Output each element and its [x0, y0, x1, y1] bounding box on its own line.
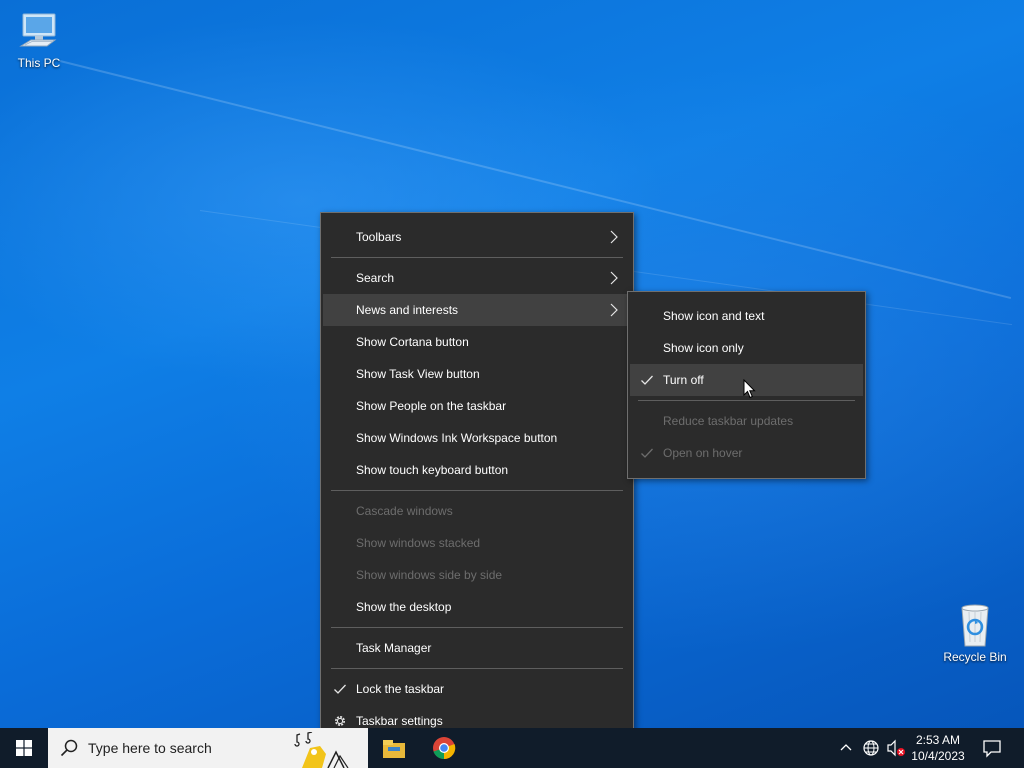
menu-item-news-and-interests[interactable]: News and interests [323, 294, 631, 326]
submenu-item-show-icon-only[interactable]: Show icon only [630, 332, 863, 364]
action-center-icon[interactable] [982, 738, 1002, 758]
submenu-item-show-icon-and-text[interactable]: Show icon and text [630, 300, 863, 332]
checkmark-icon [641, 448, 653, 458]
menu-separator [331, 627, 623, 628]
chevron-right-icon [610, 271, 618, 285]
system-tray [838, 728, 906, 768]
search-icon [60, 739, 78, 757]
taskbar-search-box[interactable]: Type here to search [48, 728, 368, 768]
chevron-right-icon [610, 230, 618, 244]
search-placeholder: Type here to search [88, 740, 212, 756]
network-globe-icon[interactable] [862, 739, 880, 757]
chevron-up-icon[interactable] [838, 740, 854, 756]
menu-item-show-touch-keyboard[interactable]: Show touch keyboard button [323, 454, 631, 486]
computer-icon [19, 13, 57, 47]
chevron-right-icon [610, 303, 618, 317]
mouse-pointer-icon [743, 379, 756, 399]
menu-item-cascade-windows: Cascade windows [356, 504, 453, 518]
checkmark-icon [334, 684, 346, 694]
menu-separator [331, 257, 623, 258]
submenu-item-open-on-hover: Open on hover [630, 437, 863, 469]
file-explorer-icon[interactable] [380, 734, 408, 762]
menu-item-search[interactable]: Search [323, 262, 631, 294]
menu-item-lock-the-taskbar[interactable]: Lock the taskbar [323, 673, 631, 705]
submenu-item-reduce-taskbar-updates: Reduce taskbar updates [663, 414, 794, 428]
start-button[interactable] [0, 728, 48, 768]
desktop-icon-label: This PC [17, 56, 61, 70]
menu-separator [638, 400, 855, 401]
search-highlight-illustration-icon [302, 746, 349, 768]
desktop-icon-label: Recycle Bin [943, 650, 1007, 664]
gear-icon [335, 716, 345, 726]
menu-item-show-windows-side-by-side: Show windows side by side [356, 568, 503, 582]
clock-date: 10/4/2023 [911, 749, 965, 763]
menu-item-show-people[interactable]: Show People on the taskbar [323, 390, 631, 422]
chrome-icon[interactable] [430, 734, 458, 762]
menu-item-show-ink-workspace[interactable]: Show Windows Ink Workspace button [323, 422, 631, 454]
recycle-bin-icon [961, 604, 989, 647]
desktop-icon-this-pc[interactable]: This PC [1, 10, 77, 70]
taskbar-context-menu: Toolbars Search News and interests Show … [320, 212, 634, 746]
menu-item-task-manager[interactable]: Task Manager [323, 632, 631, 664]
menu-item-show-the-desktop[interactable]: Show the desktop [323, 591, 631, 623]
menu-item-toolbars[interactable]: Toolbars [323, 221, 631, 253]
checkmark-icon [641, 375, 653, 385]
taskbar-clock[interactable]: 2:53 AM 10/4/2023 [902, 732, 974, 764]
menu-item-show-cortana-button[interactable]: Show Cortana button [323, 326, 631, 358]
clock-time: 2:53 AM [915, 733, 961, 747]
taskbar: Type here to search 2:53 AM 10/4/2023 [0, 728, 1024, 768]
menu-item-show-task-view-button[interactable]: Show Task View button [323, 358, 631, 390]
menu-separator [331, 668, 623, 669]
menu-item-show-windows-stacked: Show windows stacked [356, 536, 481, 550]
windows-logo-icon [16, 740, 32, 756]
desktop-icon-recycle-bin[interactable]: Recycle Bin [937, 602, 1013, 664]
menu-separator [331, 490, 623, 491]
